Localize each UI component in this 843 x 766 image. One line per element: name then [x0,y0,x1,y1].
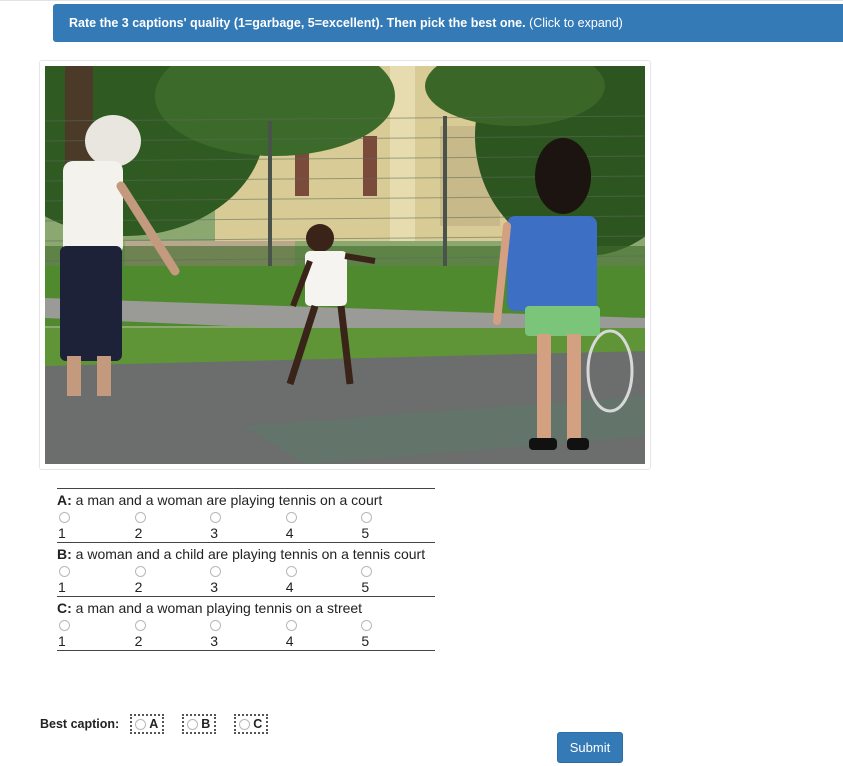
best-caption-b-label: B [201,717,211,731]
scale-number: 2 [134,579,143,595]
caption-c-radios [57,618,435,633]
ratings-divider [57,650,435,651]
caption-b-rating-3-radio[interactable] [210,566,222,577]
best-caption-c-radio[interactable] [239,718,251,730]
caption-a-letter: A: [57,492,72,508]
scale-number: 3 [210,525,218,541]
caption-c: C: a man and a woman playing tennis on a… [57,596,435,650]
caption-c-rating-5-radio[interactable] [361,620,373,631]
best-caption-b-radio[interactable] [187,718,199,730]
scale-number: 4 [285,579,294,595]
best-caption-selector: Best caption: A B C [40,712,286,736]
caption-c-letter: C: [57,600,72,616]
submit-button[interactable]: Submit [557,732,623,763]
scale-number: 3 [210,633,218,649]
caption-a-rating-5-radio[interactable] [361,512,373,523]
caption-c-text: C: a man and a woman playing tennis on a… [57,599,435,618]
caption-a-text: A: a man and a woman are playing tennis … [57,491,435,510]
caption-b-rating-1-radio[interactable] [59,566,70,577]
best-caption-option-c[interactable]: C [234,714,269,734]
caption-c-scale-numbers: 1 2 3 4 5 [57,633,435,650]
instructions-text: Rate the 3 captions' quality (1=garbage,… [69,16,526,30]
scale-number: 4 [285,633,294,649]
scale-number: 3 [210,579,218,595]
caption-a: A: a man and a woman are playing tennis … [57,488,435,542]
caption-c-rating-2-radio[interactable] [134,620,146,631]
instructions-banner[interactable]: Rate the 3 captions' quality (1=garbage,… [53,4,843,42]
scale-number: 5 [361,633,370,649]
caption-a-sentence: a man and a woman are playing tennis on … [75,492,383,508]
scale-number: 1 [58,525,66,541]
caption-ratings: A: a man and a woman are playing tennis … [57,488,435,651]
caption-a-radios [57,510,435,525]
best-caption-c-label: C [253,717,263,731]
scale-number: 5 [361,579,370,595]
caption-c-rating-1-radio[interactable] [59,620,70,631]
scale-number: 4 [285,525,294,541]
best-caption-option-b[interactable]: B [182,714,217,734]
caption-a-rating-2-radio[interactable] [134,512,146,523]
photo-frame [39,60,651,470]
caption-c-rating-3-radio[interactable] [210,620,222,631]
caption-b: B: a woman and a child are playing tenni… [57,542,435,596]
tennis-photo [45,66,645,464]
caption-b-rating-2-radio[interactable] [134,566,146,577]
caption-b-rating-5-radio[interactable] [361,566,373,577]
top-rule [0,0,843,1]
best-caption-label: Best caption: [40,717,120,731]
best-caption-a-label: A [149,717,159,731]
scale-number: 2 [134,633,143,649]
caption-b-scale-numbers: 1 2 3 4 5 [57,579,435,596]
caption-b-text: B: a woman and a child are playing tenni… [57,545,435,564]
caption-c-rating-4-radio[interactable] [285,620,297,631]
caption-a-rating-3-radio[interactable] [210,512,222,523]
caption-a-scale-numbers: 1 2 3 4 5 [57,525,435,542]
best-caption-option-a[interactable]: A [130,714,165,734]
scale-number: 2 [134,525,143,541]
scale-number: 5 [361,525,370,541]
expand-hint: (Click to expand) [529,16,623,30]
caption-c-sentence: a man and a woman playing tennis on a st… [75,600,363,616]
caption-b-sentence: a woman and a child are playing tennis o… [75,546,426,562]
caption-b-rating-4-radio[interactable] [285,566,297,577]
caption-a-rating-1-radio[interactable] [59,512,70,523]
scale-number: 1 [58,579,66,595]
scale-number: 1 [58,633,66,649]
caption-b-letter: B: [57,546,72,562]
best-caption-a-radio[interactable] [135,718,147,730]
caption-a-rating-4-radio[interactable] [285,512,297,523]
caption-b-radios [57,564,435,579]
